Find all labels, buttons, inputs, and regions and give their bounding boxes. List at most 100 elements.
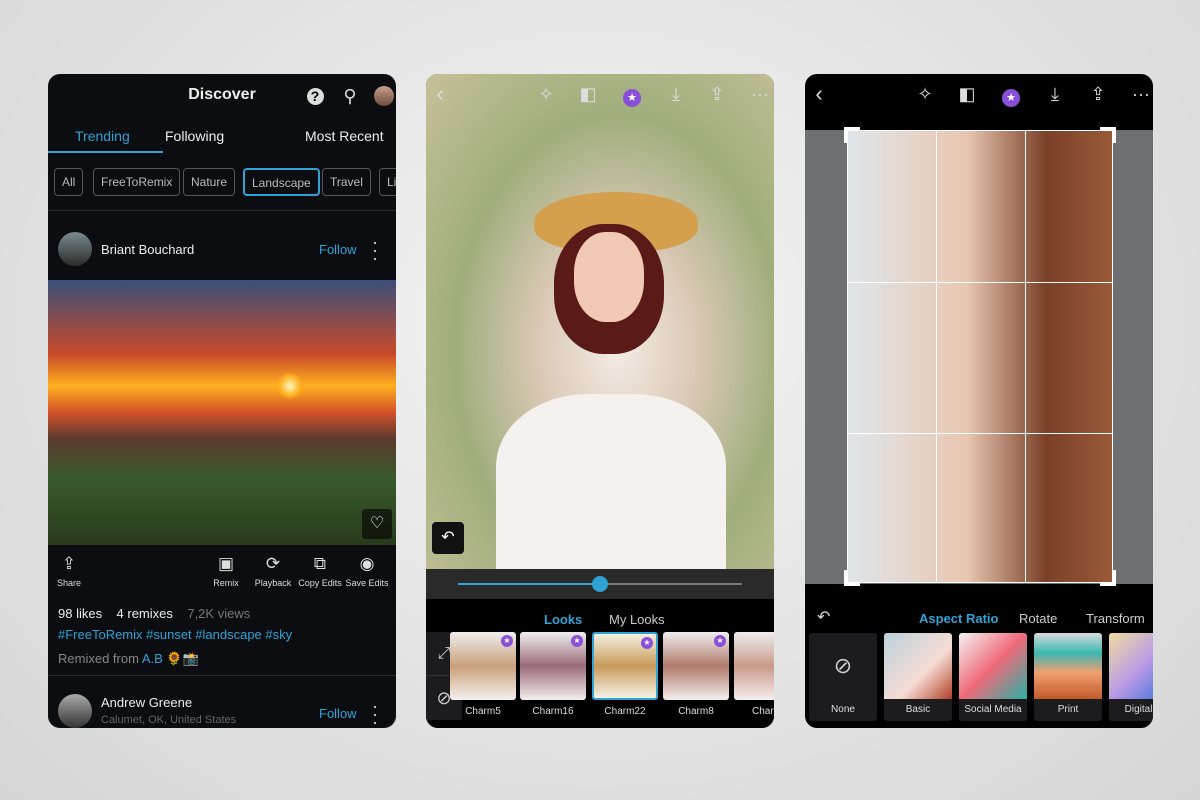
copy-edits-button[interactable]: ⧉ Copy Edits [295,554,345,588]
tab-looks[interactable]: Looks [544,612,582,627]
look-label: Charm8 [678,706,714,717]
sun [276,372,304,400]
aspect-digital[interactable]: Digital A [1109,633,1153,721]
look-thumb[interactable] [734,632,774,700]
crop-screen: ‹ ✧ ◧ ★ ⤓ ⇪ ··· ↶ Aspect Ratio Rotate Tr… [805,74,1153,728]
magic-wand-icon[interactable]: ✧ [911,80,939,108]
stats: 98 likes 4 remixes 7,2K views [58,606,250,621]
slider-bar [426,569,774,599]
crop-canvas [805,127,1153,586]
hashtags[interactable]: #FreeToRemix #sunset #landscape #sky [58,627,292,642]
divider [48,210,396,211]
views-count: 7,2K views [187,606,251,621]
heart-icon[interactable]: ♡ [362,509,392,539]
more-icon[interactable]: ··· [1127,80,1153,108]
more-icon[interactable]: ··· [746,80,774,108]
likes-count[interactable]: 98 likes [58,606,102,621]
premium-icon: ★ [571,635,583,647]
follow-button[interactable]: Follow [319,242,357,257]
tab-trending[interactable]: Trending [75,128,130,144]
aspect-social-media[interactable]: Social Media [959,633,1027,721]
tab-most-recent[interactable]: Most Recent [305,128,384,144]
crop-handle[interactable] [1100,127,1116,143]
remix-icon: ▣ [217,554,235,573]
look-thumb-selected[interactable]: ★ [592,632,658,700]
share-icon: ⇪ [61,554,77,573]
follow-button[interactable]: Follow [319,706,357,721]
chip-all[interactable]: All [54,168,84,196]
dress [496,394,726,574]
tab-indicator [48,151,163,153]
chip-nature[interactable]: Nature [183,168,236,196]
look-label: Charm [751,706,774,717]
chip-travel[interactable]: Travel [322,168,371,196]
look-label: Charm16 [532,706,574,717]
looks-screen: ‹ ✧ ◧ ★ ⤓ ⇪ ··· ↶ Looks My Looks ⤢ ⊘ ★ ★… [426,74,774,728]
download-icon[interactable]: ⤓ [662,80,690,108]
tab-my-looks[interactable]: My Looks [609,612,665,627]
tab-aspect-ratio[interactable]: Aspect Ratio [919,611,998,626]
back-icon[interactable]: ‹ [805,80,833,108]
more-icon[interactable]: ··· [372,233,378,267]
playback-icon: ⟳ [265,554,281,573]
remixes-count[interactable]: 4 remixes [117,606,173,621]
download-icon[interactable]: ⤓ [1041,80,1069,108]
aspect-none[interactable]: ⊘ None [809,633,877,721]
premium-icon: ★ [641,637,653,649]
discover-screen: Discover ? ⚲ Trending Following Most Rec… [48,74,396,728]
remixed-user-link[interactable]: A.B [142,651,163,666]
undo-button[interactable]: ↶ [432,522,464,554]
share-button[interactable]: ⇪ Share [48,554,94,588]
look-label: Charm22 [604,706,646,717]
look-thumb[interactable]: ★ [663,632,729,700]
chip-more[interactable]: Li [379,168,396,196]
playback-button[interactable]: ⟳ Playback [248,554,298,588]
crop-handle[interactable] [1100,570,1116,586]
author-name[interactable]: Briant Bouchard [101,242,194,257]
look-thumb[interactable]: ★ [520,632,586,700]
premium-icon[interactable]: ★ [1002,89,1020,107]
magic-wand-icon[interactable]: ✧ [532,80,560,108]
tab-transform[interactable]: Transform [1086,611,1145,626]
look-thumb[interactable]: ★ [450,632,516,700]
author-location: Calumet, OK, United States [101,714,237,726]
crop-handle[interactable] [844,127,860,143]
help-icon[interactable]: ? [306,88,324,105]
aspect-print[interactable]: Print [1034,633,1102,721]
undo-icon[interactable]: ↶ [817,607,830,627]
face [574,232,644,322]
aspect-basic[interactable]: Basic [884,633,952,721]
compare-icon[interactable]: ◧ [953,80,981,108]
author-avatar[interactable] [58,232,92,266]
share-icon[interactable]: ⇪ [1084,80,1112,108]
save-edits-icon: ◉ [359,554,375,573]
search-icon[interactable]: ⚲ [336,82,364,110]
none-icon: ⊘ [833,653,853,678]
look-label: Charm5 [465,706,501,717]
author-avatar[interactable] [58,694,92,728]
tab-rotate[interactable]: Rotate [1019,611,1057,626]
post-image[interactable]: ♡ [48,280,396,545]
premium-icon[interactable]: ★ [623,89,641,107]
author-name[interactable]: Andrew Greene [101,695,192,710]
share-icon[interactable]: ⇪ [703,80,731,108]
tab-following[interactable]: Following [165,128,224,144]
chip-freetoremix[interactable]: FreeToRemix [93,168,181,196]
chip-landscape[interactable]: Landscape [243,168,320,196]
back-icon[interactable]: ‹ [426,80,454,108]
crop-area[interactable] [844,127,1116,586]
premium-icon: ★ [714,635,726,647]
compare-icon[interactable]: ◧ [574,80,602,108]
save-edits-button[interactable]: ◉ Save Edits [342,554,392,588]
slider-fill [458,583,600,585]
premium-icon: ★ [501,635,513,647]
slider-handle[interactable] [592,576,608,592]
remixed-from: Remixed from A.B 🌻📸 [58,651,199,666]
crop-handle[interactable] [844,570,860,586]
remix-button[interactable]: ▣ Remix [201,554,251,588]
avatar[interactable] [374,86,394,106]
copy-edits-icon: ⧉ [313,554,327,573]
more-icon[interactable]: ··· [372,697,378,728]
photo-canvas[interactable] [426,74,774,574]
divider [48,675,396,676]
